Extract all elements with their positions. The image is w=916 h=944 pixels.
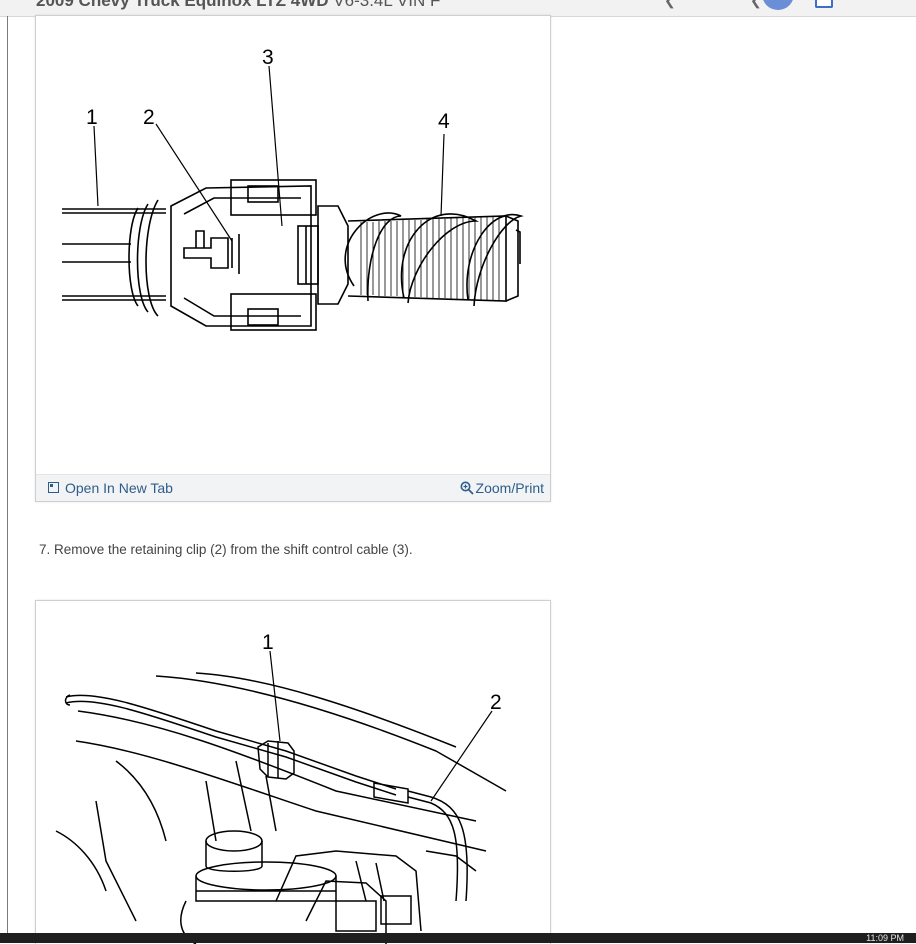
- chevron-icon[interactable]: ❮: [750, 0, 762, 9]
- content-divider: [7, 16, 8, 933]
- open-tab-icon: [48, 482, 59, 493]
- engine-bay-diagram: 1 2: [55, 631, 507, 944]
- callout-2: 2: [490, 691, 502, 714]
- extension-icon[interactable]: [815, 0, 833, 8]
- callout-4: 4: [438, 110, 450, 133]
- open-in-new-tab-link[interactable]: Open In New Tab: [48, 480, 173, 496]
- shifter-cable-diagram: 1 2 3 4: [62, 46, 524, 331]
- callout-1: 1: [86, 106, 98, 129]
- instruction-step: 7. Remove the retaining clip (2) from th…: [39, 542, 413, 557]
- callout-1: 1: [262, 631, 274, 654]
- figure-card-1: 1 2 3 4 Open In New Tab Zoom/Print: [35, 15, 551, 502]
- taskbar: 11:09 PM: [0, 933, 916, 943]
- zoom-print-link[interactable]: Zoom/Print: [460, 480, 544, 496]
- avatar[interactable]: [762, 0, 794, 10]
- taskbar-clock: 11:09 PM: [866, 933, 904, 943]
- page-title: 2009 Chevy Truck Equinox LTZ 4WD V6-3.4L…: [36, 0, 441, 10]
- zoom-icon: [460, 481, 474, 495]
- figure-toolbar: Open In New Tab Zoom/Print: [36, 474, 550, 501]
- figure-card-2: 1 2: [35, 600, 551, 944]
- callout-2: 2: [143, 106, 155, 129]
- callout-3: 3: [262, 46, 274, 69]
- back-icon[interactable]: ❮: [664, 0, 676, 9]
